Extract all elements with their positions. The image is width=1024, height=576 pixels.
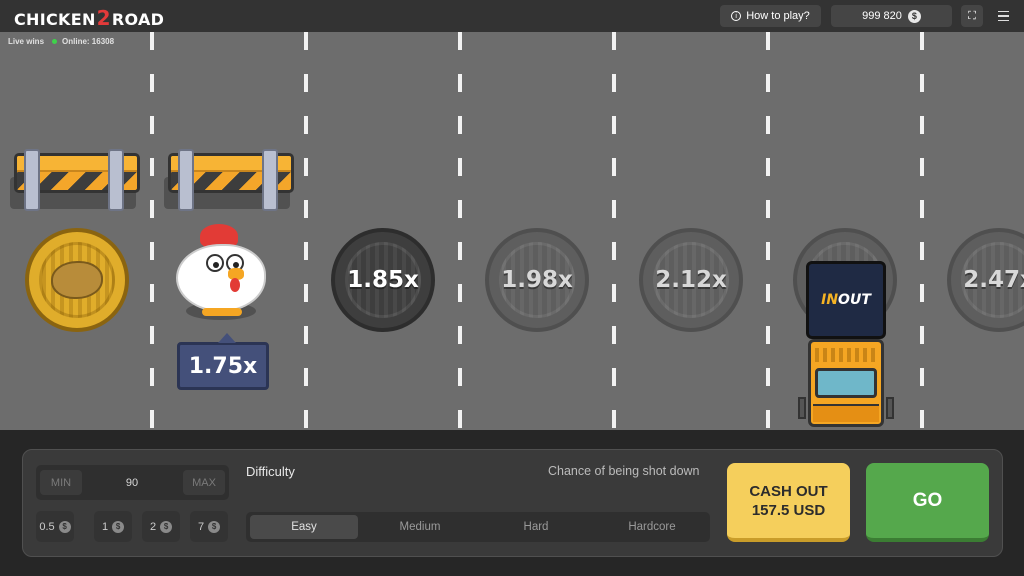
chip-value: 1 (101, 520, 109, 533)
lane-multiplier: 2.47x (963, 267, 1024, 293)
fullscreen-icon: ⛶ (968, 9, 976, 22)
manhole-cover-completed (25, 228, 129, 332)
coin-icon: $ (160, 520, 173, 533)
coin-icon: $ (112, 520, 125, 533)
lane-divider (150, 32, 154, 430)
coin-icon: $ (208, 520, 221, 533)
chip-value: 2 (149, 520, 157, 533)
truck-bumper (813, 404, 879, 422)
hamburger-menu-icon (997, 10, 1009, 13)
lane-divider (766, 32, 770, 430)
barrier-post (262, 149, 278, 211)
chance-label: Chance of being shot down (548, 464, 700, 478)
online-label: Online: 16308 (62, 37, 115, 46)
truck-grill (815, 348, 877, 362)
current-multiplier-tag: 1.75x (177, 333, 269, 390)
chicken-wattle (230, 278, 240, 292)
lane-multiplier: 1.98x (501, 267, 573, 293)
bet-chip-button[interactable]: 2 $ (142, 511, 180, 542)
road-play-area: Live wins Online: 16308 1.75x 1.85x 1.98… (0, 32, 1024, 430)
truck-windshield (815, 368, 877, 398)
chip-value: 0.5 (39, 520, 55, 533)
fullscreen-button[interactable]: ⛶ (961, 5, 983, 27)
difficulty-selector: Easy Medium Hard Hardcore (246, 512, 710, 542)
chicken-eye (206, 254, 224, 272)
lane-multiplier: 2.12x (655, 267, 727, 293)
bet-max-button[interactable]: MAX (183, 470, 225, 495)
barrier-post (108, 149, 124, 211)
barrier-post (178, 149, 194, 211)
lane-divider (612, 32, 616, 430)
truck-brand: INOUT (821, 292, 871, 308)
truck-brand-out: OUT (838, 292, 871, 308)
truck-obstacle: INOUT (798, 261, 894, 430)
truck-cab (808, 339, 884, 427)
manhole-cover: 1.98x (485, 228, 589, 332)
coin-icon: $ (907, 9, 921, 23)
roast-chicken-icon (51, 261, 103, 299)
difficulty-option-hard[interactable]: Hard (482, 515, 590, 539)
go-button[interactable]: GO (866, 463, 989, 542)
manhole-cover: 2.47x (947, 228, 1024, 332)
game-logo: CHICKEN2ROAD (14, 6, 164, 30)
top-bar: CHICKEN2ROAD i How to play? 999 820 $ ⛶ (0, 0, 1024, 32)
lane-multiplier: 1.85x (347, 267, 419, 293)
chip-value: 7 (197, 520, 205, 533)
difficulty-option-medium[interactable]: Medium (366, 515, 474, 539)
chicken-character (172, 222, 272, 322)
manhole-cover-next[interactable]: 1.85x (331, 228, 435, 332)
cash-out-label: CASH OUT (749, 482, 828, 500)
balance-display: 999 820 $ (831, 5, 952, 27)
road-barrier (10, 149, 140, 211)
difficulty-option-easy[interactable]: Easy (250, 515, 358, 539)
bet-amount-input[interactable]: 90 (94, 465, 170, 500)
chicken-feet (202, 308, 242, 316)
hamburger-line (997, 19, 1009, 22)
logo-number: 2 (96, 6, 111, 30)
hamburger-line (997, 15, 1009, 17)
barrier-post (24, 149, 40, 211)
truck-mirror (886, 397, 894, 419)
lane-divider (458, 32, 462, 430)
logo-text-left: CHICKEN (14, 10, 96, 29)
bet-min-button[interactable]: MIN (40, 470, 82, 495)
cash-out-amount: 157.5 USD (751, 501, 826, 519)
difficulty-label: Difficulty (246, 464, 295, 479)
live-wins-label[interactable]: Live wins (8, 37, 44, 46)
bet-chip-button[interactable]: 0.5 $ (36, 511, 74, 542)
game-root: CHICKEN2ROAD i How to play? 999 820 $ ⛶ … (0, 0, 1024, 576)
lane-divider (304, 32, 308, 430)
truck-mirror (798, 397, 806, 419)
bet-amount-control: MIN 90 MAX (36, 465, 229, 500)
online-count: Online: 16308 (52, 37, 114, 46)
road-barrier (164, 149, 294, 211)
online-indicator-icon (52, 39, 58, 45)
current-multiplier-value: 1.75x (188, 353, 258, 379)
truck-brand-in: IN (821, 292, 839, 308)
balance-value: 999 820 (862, 10, 902, 22)
menu-button[interactable] (992, 5, 1014, 27)
coin-icon: $ (58, 520, 71, 533)
how-to-play-label: How to play? (746, 10, 810, 22)
difficulty-option-hardcore[interactable]: Hardcore (598, 515, 706, 539)
bet-chip-button[interactable]: 1 $ (94, 511, 132, 542)
lane-divider (920, 32, 924, 430)
live-stats: Live wins Online: 16308 (8, 37, 114, 46)
logo-text-right: ROAD (111, 10, 165, 29)
chicken-body (176, 244, 266, 312)
how-to-play-button[interactable]: i How to play? (720, 5, 821, 27)
info-icon: i (731, 11, 742, 21)
truck-cargo: INOUT (806, 261, 886, 339)
manhole-cover: 2.12x (639, 228, 743, 332)
go-label: GO (912, 489, 943, 511)
bet-chip-button[interactable]: 7 $ (190, 511, 228, 542)
cash-out-button[interactable]: CASH OUT 157.5 USD (727, 463, 850, 542)
